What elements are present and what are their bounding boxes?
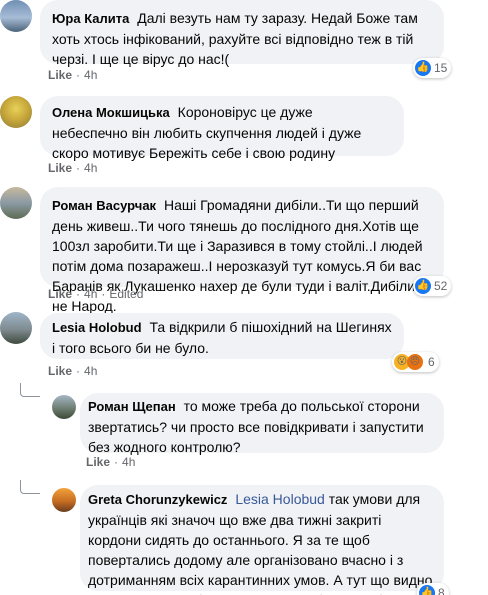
comment-actions: Like · 4h · Edited: [48, 287, 144, 301]
comment-author[interactable]: Юра Калита: [52, 11, 129, 26]
comment-bubble: Lesia Holobud Та відкрили б пішохідний н…: [40, 313, 404, 359]
avatar[interactable]: [0, 312, 32, 344]
comment-actions: Like · 4h: [48, 68, 98, 82]
comment-actions: Like · 4h: [48, 364, 98, 378]
comment-bubble: Роман Щепан то може треба до польської с…: [80, 393, 444, 455]
reaction-summary[interactable]: 😮 😠 6: [392, 352, 439, 372]
comment-author[interactable]: Lesia Holobud: [52, 320, 142, 335]
avatar[interactable]: [0, 96, 32, 128]
avatar[interactable]: [0, 0, 32, 32]
reaction-count: 8: [438, 586, 445, 595]
comment-actions: Like · 4h: [48, 161, 98, 175]
like-icon: 👍: [419, 585, 435, 595]
comment-actions: Like · 4h: [86, 455, 136, 469]
reaction-summary[interactable]: 👍 8: [417, 583, 449, 595]
timestamp[interactable]: 4h: [84, 364, 97, 378]
comment-bubble: Юра Калита Далі везуть нам ту заразу. Не…: [40, 0, 444, 67]
comment-author[interactable]: Greta Chorunzykewicz: [88, 492, 227, 507]
like-button[interactable]: Like: [48, 68, 72, 82]
like-button[interactable]: Like: [48, 364, 72, 378]
reaction-summary[interactable]: 👍 52: [413, 276, 452, 296]
reaction-count: 15: [434, 61, 448, 75]
comment-author[interactable]: Олена Мокшицька: [52, 105, 170, 120]
timestamp[interactable]: 4h: [84, 68, 97, 82]
reaction-count: 52: [434, 279, 448, 293]
like-icon: 👍: [415, 60, 431, 76]
reaction-count: 6: [428, 355, 435, 369]
comment-bubble: Greta Chorunzykewicz Lesia Holobud так у…: [80, 485, 444, 595]
timestamp[interactable]: 4h: [122, 455, 135, 469]
avatar[interactable]: [52, 488, 76, 512]
timestamp[interactable]: 4h: [84, 287, 97, 301]
timestamp[interactable]: 4h: [84, 161, 97, 175]
reaction-summary[interactable]: 👍 15: [413, 58, 452, 78]
like-icon: 👍: [415, 278, 431, 294]
like-button[interactable]: Like: [48, 287, 72, 301]
reply-connector: [20, 480, 40, 494]
comment-author[interactable]: Роман Васурчак: [52, 198, 156, 213]
comment-author[interactable]: Роман Щепан: [88, 399, 176, 414]
avatar[interactable]: [0, 187, 32, 219]
like-button[interactable]: Like: [48, 161, 72, 175]
avatar[interactable]: [52, 395, 76, 419]
edited-label[interactable]: Edited: [109, 287, 143, 301]
mention-link[interactable]: Lesia Holobud: [235, 491, 325, 507]
comment-bubble: Олена Мокшицька Короновірус це дуже небе…: [40, 96, 404, 161]
comment-bubble: Роман Васурчак Наші Громадяни дибіли..Ти…: [40, 187, 444, 314]
reply-connector: [20, 383, 40, 397]
angry-icon: 😠: [407, 354, 423, 370]
like-button[interactable]: Like: [86, 455, 110, 469]
